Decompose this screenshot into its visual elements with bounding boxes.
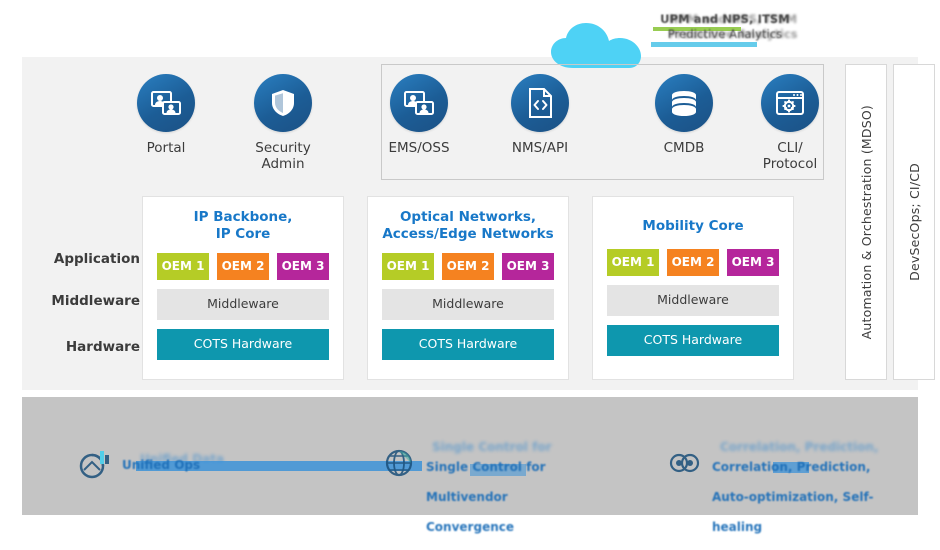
cli-line2: Protocol <box>762 156 818 172</box>
oem-badge-2[interactable]: OEM 2 <box>667 249 719 276</box>
oem-badge-3[interactable]: OEM 3 <box>502 253 554 280</box>
middleware-bar[interactable]: Middleware <box>382 289 554 320</box>
stack-title: Mobility Core <box>593 197 793 235</box>
side-panel-automation-orchestration[interactable]: Automation & Orchestration (MDSO) <box>845 64 887 380</box>
top-icon-label: NMS/API <box>511 140 569 156</box>
side-panel-label: DevSecOps; CI/CD <box>906 163 922 281</box>
shield-icon <box>254 74 312 132</box>
footer-label-3: Correlation, Prediction, Auto-optimizati… <box>712 460 874 534</box>
oem-badge-1[interactable]: OEM 1 <box>157 253 209 280</box>
side-panel-label: Automation & Orchestration (MDSO) <box>858 104 874 340</box>
top-icon-ems-oss[interactable]: EMS/OSS <box>367 74 471 156</box>
top-icon-portal[interactable]: Portal <box>114 74 218 156</box>
stack-title: IP Backbone, IP Core <box>143 197 343 243</box>
banner-line1: UPM and NPS, ITSM <box>660 12 790 26</box>
cli-line1: CLI/ <box>777 140 803 156</box>
footer-label-2: Single Control for Multivendor Convergen… <box>426 460 546 534</box>
oem-badge-3[interactable]: OEM 3 <box>277 253 329 280</box>
security-admin-line2: Admin <box>261 156 305 172</box>
unified-ops-icon <box>79 451 109 479</box>
security-admin-line1: Security <box>255 140 311 156</box>
middleware-bar[interactable]: Middleware <box>607 285 779 316</box>
row-label-application: Application <box>53 251 140 267</box>
diagram-canvas: NPM and NPS, ITSM Predictive Analytics U… <box>0 0 940 534</box>
banner-text: UPM and NPS, ITSM Predictive Analytics <box>650 12 800 50</box>
top-icon-label: CMDB <box>663 140 705 156</box>
top-icon-label: Security Admin <box>231 140 335 172</box>
oem-badge-1[interactable]: OEM 1 <box>607 249 659 276</box>
stack-card-ip-backbone[interactable]: IP Backbone, IP Core OEM 1 OEM 2 OEM 3 M… <box>142 196 344 380</box>
stack-title-line1: Mobility Core <box>642 218 744 234</box>
row-label-hardware: Hardware <box>65 339 140 355</box>
top-icon-label: CLI/ Protocol <box>738 140 842 172</box>
footer-label-1: Unified Ops <box>122 457 201 472</box>
cloud-icon <box>549 22 659 70</box>
top-icon-label: Portal <box>146 140 186 156</box>
top-icon-security-admin[interactable]: Security Admin <box>231 74 335 172</box>
oem-row: OEM 1 OEM 2 OEM 3 <box>368 253 568 280</box>
ems-screen-user-icon <box>390 74 448 132</box>
portal-screen-user-icon <box>137 74 195 132</box>
stack-title-line2: IP Core <box>215 226 271 242</box>
row-label-middleware: Middleware <box>51 293 140 309</box>
code-document-icon <box>511 74 569 132</box>
top-icon-cli-protocol[interactable]: CLI/ Protocol <box>738 74 842 172</box>
footer-item-unified-ops[interactable]: Unified Ops <box>78 448 200 482</box>
oem-badge-2[interactable]: OEM 2 <box>217 253 269 280</box>
hardware-bar[interactable]: COTS Hardware <box>157 329 329 360</box>
top-icon-cmdb[interactable]: CMDB <box>632 74 736 156</box>
hardware-bar[interactable]: COTS Hardware <box>607 325 779 356</box>
middleware-bar[interactable]: Middleware <box>157 289 329 320</box>
footer-item-correlation-prediction[interactable]: Correlation, Prediction, Auto-optimizati… <box>668 445 873 550</box>
stack-card-optical-networks[interactable]: Optical Networks, Access/Edge Networks O… <box>367 196 569 380</box>
console-gear-icon <box>761 74 819 132</box>
footer-item-single-control[interactable]: Single Control for Multivendor Convergen… <box>382 445 545 550</box>
oem-row: OEM 1 OEM 2 OEM 3 <box>143 253 343 280</box>
top-icon-nms-api[interactable]: NMS/API <box>488 74 592 156</box>
oem-badge-2[interactable]: OEM 2 <box>442 253 494 280</box>
side-panel-devsecops[interactable]: DevSecOps; CI/CD <box>893 64 935 380</box>
globe-network-icon <box>385 449 413 477</box>
oem-badge-1[interactable]: OEM 1 <box>382 253 434 280</box>
top-icon-label: EMS/OSS <box>388 140 450 156</box>
analytics-loop-icon <box>669 453 700 473</box>
banner-line2: Predictive Analytics <box>667 27 783 41</box>
stack-title-line1: IP Backbone, <box>193 209 293 225</box>
stack-card-mobility-core[interactable]: Mobility Core OEM 1 OEM 2 OEM 3 Middlewa… <box>592 196 794 380</box>
database-icon <box>655 74 713 132</box>
stack-title-line2: Access/Edge Networks <box>382 226 554 242</box>
oem-row: OEM 1 OEM 2 OEM 3 <box>593 249 793 276</box>
oem-badge-3[interactable]: OEM 3 <box>727 249 779 276</box>
hardware-bar[interactable]: COTS Hardware <box>382 329 554 360</box>
stack-title: Optical Networks, Access/Edge Networks <box>368 197 568 243</box>
stack-title-line1: Optical Networks, <box>399 209 537 225</box>
